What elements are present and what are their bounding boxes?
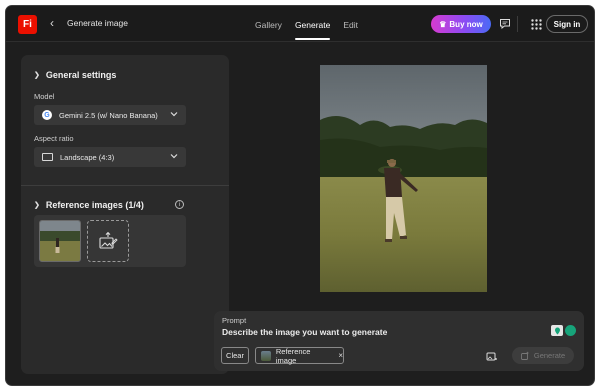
upload-image-button[interactable] [87,220,129,262]
back-arrow-icon[interactable]: ‹ [50,16,54,30]
chevron-down-icon: ❯ [34,72,40,79]
grammarly-icon[interactable] [565,325,576,336]
app-logo[interactable]: Fi [18,15,37,34]
chip-label: Reference image [275,346,311,365]
reference-image-chip[interactable]: Reference image × [255,346,344,365]
prompt-label: Prompt [222,316,247,325]
model-label: Model [34,92,55,101]
tab-gallery[interactable]: Gallery [255,6,282,42]
crown-icon: ♛ [439,19,447,29]
aspect-ratio-label: Aspect ratio [34,134,74,143]
google-icon: G [42,110,52,120]
chat-icon[interactable] [497,16,513,32]
sparkle-icon [520,351,529,360]
generated-image-preview [320,65,487,292]
landscape-icon [42,153,53,161]
generate-button[interactable]: Generate [512,347,574,364]
aspect-ratio-value: Landscape (4:3) [60,152,115,162]
aspect-ratio-select[interactable]: Landscape (4:3) [34,147,186,167]
section-divider [21,185,229,186]
reference-images-box [34,215,186,267]
reference-thumbnail[interactable] [39,220,81,262]
settings-panel: ❯ General settings Model G Gemini 2.5 (w… [21,55,229,374]
chevron-down-icon [170,110,178,120]
prompt-panel: Prompt Describe the image you want to ge… [214,311,584,371]
reference-images-title: Reference images (1/4) [45,200,144,210]
chip-thumbnail [261,350,271,361]
chevron-down-icon [170,152,178,162]
page-title: Generate image [67,18,128,28]
buy-now-label: Buy now [449,19,483,29]
chevron-down-icon: ❯ [34,202,40,209]
top-bar: Fi ‹ Generate image Gallery Generate Edi… [6,6,594,42]
header-divider [517,16,518,32]
tab-edit[interactable]: Edit [343,6,358,42]
location-pin-icon[interactable] [551,325,563,336]
image-settings-icon[interactable] [486,350,498,362]
app-window: Fi ‹ Generate image Gallery Generate Edi… [5,5,595,386]
reference-images-toggle[interactable]: ❯ Reference images (1/4) [34,200,144,210]
nav-tabs: Gallery Generate Edit [255,6,358,42]
prompt-input[interactable]: Describe the image you want to generate [222,327,387,337]
prompt-extensions [551,325,576,336]
apps-grid-icon[interactable] [528,16,544,32]
buy-now-button[interactable]: ♛ Buy now [431,15,491,33]
info-icon[interactable]: i [175,200,184,209]
sign-in-button[interactable]: Sign in [546,15,588,33]
clear-button[interactable]: Clear [221,347,249,364]
general-settings-title: General settings [45,70,117,80]
model-select[interactable]: G Gemini 2.5 (w/ Nano Banana) [34,105,186,125]
general-settings-toggle[interactable]: ❯ General settings [34,70,116,80]
tab-generate[interactable]: Generate [294,6,331,42]
model-value: Gemini 2.5 (w/ Nano Banana) [59,110,158,120]
generate-label: Generate [533,351,566,360]
image-upload-icon [99,232,118,249]
close-icon[interactable]: × [338,351,343,360]
